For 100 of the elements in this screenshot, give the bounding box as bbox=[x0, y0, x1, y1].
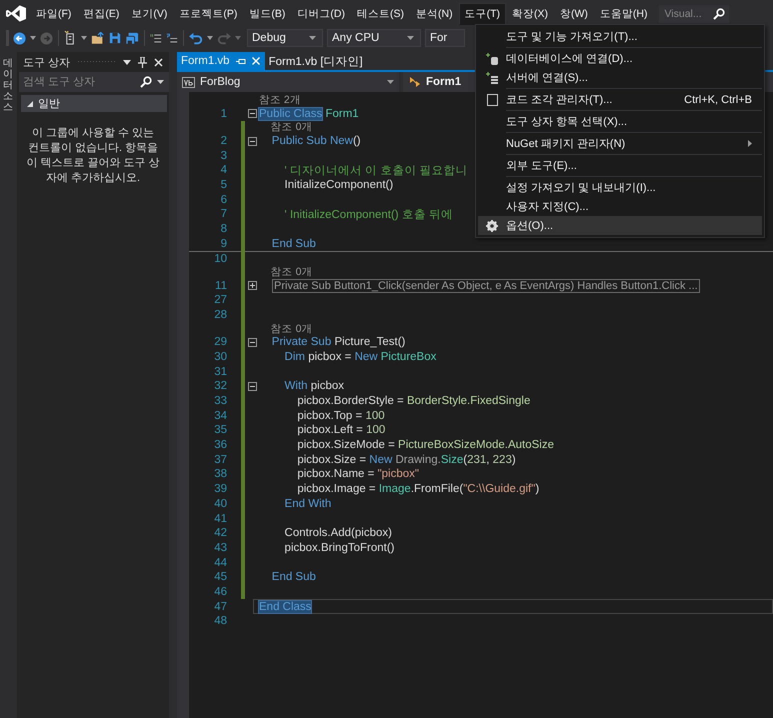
collapse-icon[interactable] bbox=[248, 109, 256, 118]
line-number: 2 bbox=[220, 135, 227, 148]
square-icon bbox=[486, 94, 498, 106]
menu-item[interactable]: 서버에 연결(S)... bbox=[478, 68, 762, 87]
line-number: 45 bbox=[213, 571, 227, 584]
code-token: New bbox=[354, 350, 379, 363]
menu-item[interactable]: 도움말(H) bbox=[594, 2, 654, 24]
menu-item[interactable]: 옵션(O)... bbox=[478, 216, 762, 235]
menu-item[interactable]: 테스트(S) bbox=[351, 2, 410, 24]
code-token: ' 디자이너에서 이 호출이 필요합니 bbox=[284, 164, 468, 178]
caret-icon bbox=[309, 36, 316, 40]
menu-item[interactable]: 사용자 지정(C)... bbox=[478, 197, 762, 216]
line-number: 47 bbox=[213, 600, 227, 613]
line-number: 1 bbox=[220, 108, 227, 120]
line-number: 29 bbox=[213, 336, 227, 348]
reference-count[interactable]: 참조 0개 bbox=[259, 265, 312, 280]
project-dropdown[interactable]: ForBlog bbox=[177, 72, 399, 92]
pin-icon[interactable] bbox=[138, 56, 147, 68]
menu-item[interactable]: 파일(F) bbox=[30, 2, 78, 24]
menu-item[interactable]: NuGet 패키지 관리자(N) bbox=[478, 134, 762, 153]
code-token: picbox.Left = bbox=[296, 424, 364, 436]
caret-icon[interactable] bbox=[123, 60, 131, 64]
back-icon[interactable] bbox=[13, 32, 26, 44]
collapse-icon[interactable] bbox=[248, 136, 256, 146]
line-number: 43 bbox=[213, 542, 227, 554]
new-project-icon[interactable] bbox=[64, 31, 77, 45]
code-token: Drawing. bbox=[395, 454, 441, 466]
menu-item[interactable]: 빌드(B) bbox=[243, 2, 292, 24]
code-token: ) bbox=[535, 483, 540, 496]
menu-item[interactable]: 도구 상자 항목 선택(X)... bbox=[478, 112, 762, 131]
code-token: ' InitializeComponent() 호출 뒤에 bbox=[284, 208, 454, 222]
save-all-icon[interactable] bbox=[125, 32, 139, 44]
line-number: 6 bbox=[220, 194, 227, 206]
menu-item[interactable]: 설정 가져오기 및 내보내기(I)... bbox=[478, 178, 762, 197]
caret-icon[interactable] bbox=[207, 36, 213, 40]
menu-item[interactable]: 도구 및 기능 가져오기(T)... bbox=[478, 27, 762, 46]
menu-item[interactable]: 디버그(D) bbox=[291, 2, 351, 24]
line-number: 27 bbox=[213, 294, 227, 306]
group-header[interactable]: 일반 bbox=[21, 95, 167, 112]
selected-code: End Class bbox=[259, 600, 312, 613]
selected-code: Public Class bbox=[259, 108, 322, 120]
code-token: ( bbox=[463, 454, 468, 466]
menu-item[interactable]: 데이터베이스에 연결(D)... bbox=[478, 49, 762, 68]
code-token: End Sub bbox=[270, 238, 316, 250]
code-token: Size bbox=[440, 454, 464, 466]
caret-icon[interactable] bbox=[81, 36, 87, 40]
menu-item[interactable]: 외부 도구(E)... bbox=[478, 156, 762, 175]
save-icon[interactable] bbox=[109, 32, 121, 44]
menu-item[interactable]: 코드 조각 관리자(T)... Ctrl+K, Ctrl+B bbox=[478, 90, 762, 109]
reference-count[interactable]: 참조 2개 bbox=[259, 93, 301, 108]
database-plus-icon bbox=[486, 52, 498, 64]
undo-icon[interactable] bbox=[189, 32, 203, 44]
line-number: 41 bbox=[213, 512, 227, 525]
code-token: PictureBox bbox=[380, 350, 436, 363]
dropdown[interactable]: Any CPU bbox=[327, 29, 421, 47]
code-token: Picture_Test() bbox=[334, 336, 406, 348]
menu-item[interactable]: 확장(X) bbox=[506, 2, 554, 24]
code-token: 100 bbox=[366, 424, 386, 436]
code-token: picbox.BorderStyle = bbox=[296, 395, 405, 408]
code-token: ) bbox=[512, 454, 516, 466]
line-number: 11 bbox=[214, 280, 227, 292]
menu-item[interactable]: 창(W) bbox=[554, 2, 594, 24]
line-number: 39 bbox=[213, 483, 227, 496]
caret-icon bbox=[387, 80, 394, 84]
reference-count[interactable]: 참조 0개 bbox=[259, 120, 312, 134]
line-number: 42 bbox=[213, 527, 227, 540]
menu-item[interactable]: 프로젝트(P) bbox=[173, 2, 244, 24]
code-token: picbox.SizeMode = bbox=[296, 439, 396, 452]
dropdown[interactable]: Debug bbox=[247, 29, 323, 47]
code-token: picbox.Image = bbox=[296, 483, 377, 496]
close-icon[interactable] bbox=[154, 58, 163, 66]
search-field[interactable]: 검색 도구 상자 bbox=[19, 72, 169, 92]
line-number: 10 bbox=[213, 252, 227, 265]
menu-item[interactable]: 편집(E) bbox=[77, 2, 126, 24]
caret-icon[interactable] bbox=[30, 36, 36, 40]
side-tab[interactable]: 데이터 소스 bbox=[3, 58, 13, 128]
code-token: , bbox=[486, 454, 490, 466]
class-icon bbox=[408, 76, 422, 88]
expand-icon[interactable] bbox=[248, 281, 256, 290]
collapse-icon[interactable] bbox=[248, 338, 256, 347]
dropdown[interactable]: For bbox=[425, 29, 465, 47]
caret-icon bbox=[157, 80, 164, 84]
line-number: 40 bbox=[213, 498, 227, 510]
line-number: 44 bbox=[213, 556, 227, 569]
folder-icon[interactable] bbox=[91, 32, 105, 44]
comment-icon[interactable] bbox=[150, 32, 162, 44]
line-number: 3 bbox=[220, 150, 227, 162]
menu-item[interactable]: 보기(V) bbox=[125, 2, 174, 24]
panel-title: 도구 상자 bbox=[23, 56, 70, 70]
menu-item[interactable]: 도구(T) bbox=[458, 2, 506, 24]
collapse-icon[interactable] bbox=[248, 382, 256, 391]
line-number: 30 bbox=[213, 350, 227, 363]
search-field[interactable]: Visual... bbox=[659, 4, 730, 22]
menu-item[interactable]: 분석(N) bbox=[410, 2, 459, 24]
editor-tab[interactable]: Form1.vb [디자인] bbox=[264, 52, 368, 70]
uncomment-icon[interactable] bbox=[166, 32, 178, 44]
line-number: 48 bbox=[213, 615, 227, 628]
code-token: PictureBoxSizeMode.AutoSize bbox=[398, 439, 554, 452]
reference-count[interactable]: 참조 0개 bbox=[259, 322, 312, 336]
collapsed-code[interactable]: Private Sub Button1_Click(sender As Object, e As EventArgs) Handles Button1.Click ... bbox=[272, 278, 700, 293]
